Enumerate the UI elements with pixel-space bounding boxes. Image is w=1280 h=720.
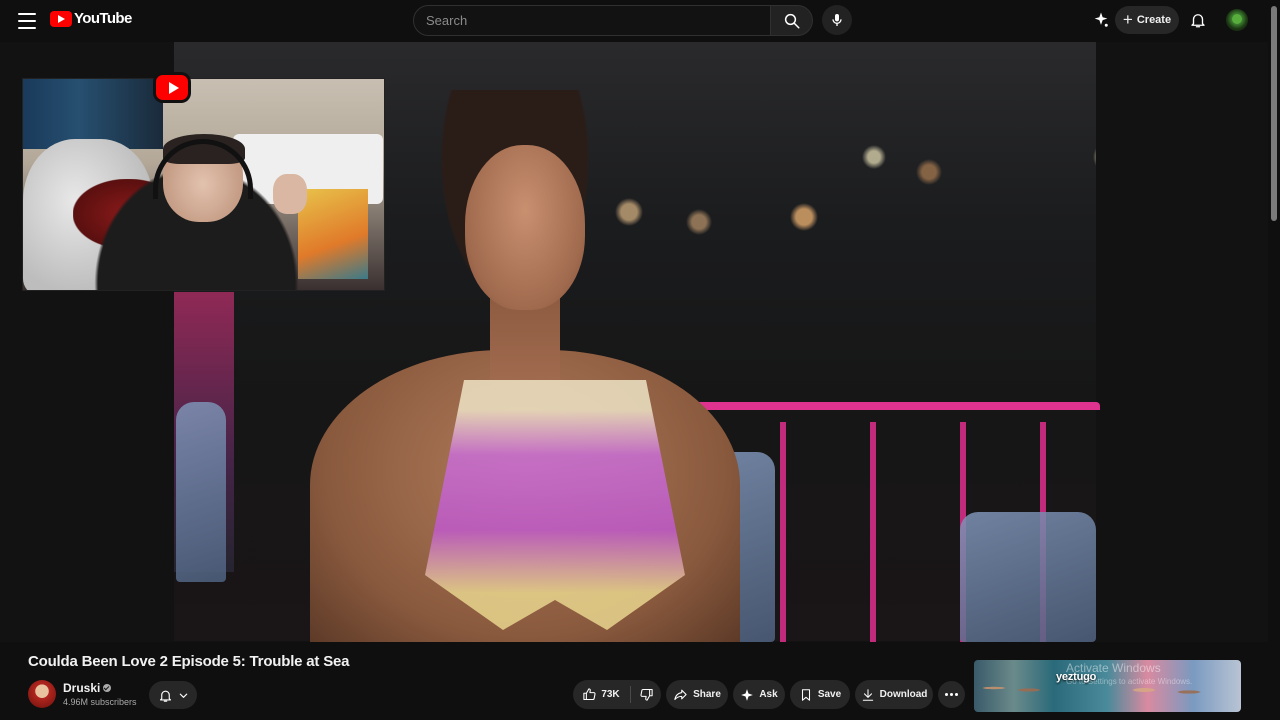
subscribed-notifications-button[interactable] (149, 681, 197, 709)
page-scrollbar[interactable] (1268, 0, 1280, 720)
logo-text: YouTube (74, 10, 132, 27)
thumbs-up-icon (583, 688, 596, 701)
sparkle-icon (741, 688, 754, 701)
download-label: Download (879, 689, 928, 700)
search-box (413, 5, 771, 36)
chevron-down-icon (179, 693, 187, 698)
video-player[interactable] (0, 42, 1268, 642)
search-icon (784, 13, 799, 28)
notifications-button[interactable] (1187, 9, 1209, 31)
like-count: 73K (601, 689, 620, 700)
more-horizontal-icon (945, 693, 948, 696)
ai-button[interactable] (1090, 9, 1112, 31)
search-input[interactable] (426, 6, 758, 35)
scrollbar-thumb[interactable] (1271, 6, 1277, 221)
voice-search-button[interactable] (822, 5, 852, 35)
masthead: YouTube + Create (0, 0, 1280, 42)
youtube-logo[interactable]: YouTube (50, 10, 132, 27)
sparkle-icon (1094, 12, 1108, 27)
youtube-play-icon (156, 75, 188, 100)
save-label: Save (817, 689, 842, 700)
activate-windows-subtext: Go to Settings to activate Windows. (1066, 677, 1193, 686)
download-button[interactable]: Download (855, 680, 933, 709)
like-button[interactable]: 73K (573, 680, 629, 709)
create-label: Create (1136, 14, 1172, 26)
download-icon (862, 688, 873, 701)
share-button[interactable]: Share (666, 680, 728, 709)
search-button[interactable] (771, 5, 813, 36)
channel-owner: Druski 4.96M subscribers (28, 678, 137, 710)
menu-button[interactable] (16, 11, 38, 31)
account-avatar[interactable] (1226, 9, 1248, 31)
video-title: Coulda Been Love 2 Episode 5: Trouble at… (28, 653, 350, 670)
channel-avatar[interactable] (28, 680, 56, 708)
channel-name[interactable]: Druski (63, 681, 100, 695)
bell-icon (159, 690, 171, 702)
activate-windows-watermark: Activate Windows (1066, 661, 1161, 675)
thumbs-down-icon (639, 688, 653, 701)
bell-icon (1191, 14, 1205, 28)
share-label: Share (693, 689, 721, 700)
dislike-button[interactable] (631, 680, 661, 709)
streamer-facecam (22, 78, 385, 291)
share-arrow-icon (674, 689, 687, 701)
bookmark-icon (801, 688, 810, 701)
ask-button[interactable]: Ask (733, 680, 785, 709)
hamburger-icon (18, 13, 36, 15)
like-dislike-group: 73K (573, 680, 661, 709)
video-scene-chair (176, 402, 226, 582)
ask-label: Ask (759, 689, 778, 700)
youtube-play-icon (50, 10, 72, 27)
microphone-icon (832, 14, 842, 26)
plus-icon: + (1122, 9, 1133, 29)
more-actions-button[interactable] (938, 681, 965, 708)
create-button[interactable]: + Create (1115, 6, 1179, 34)
save-button[interactable]: Save (790, 680, 850, 709)
verified-icon (103, 684, 112, 692)
subscriber-count: 4.96M subscribers (63, 697, 137, 707)
